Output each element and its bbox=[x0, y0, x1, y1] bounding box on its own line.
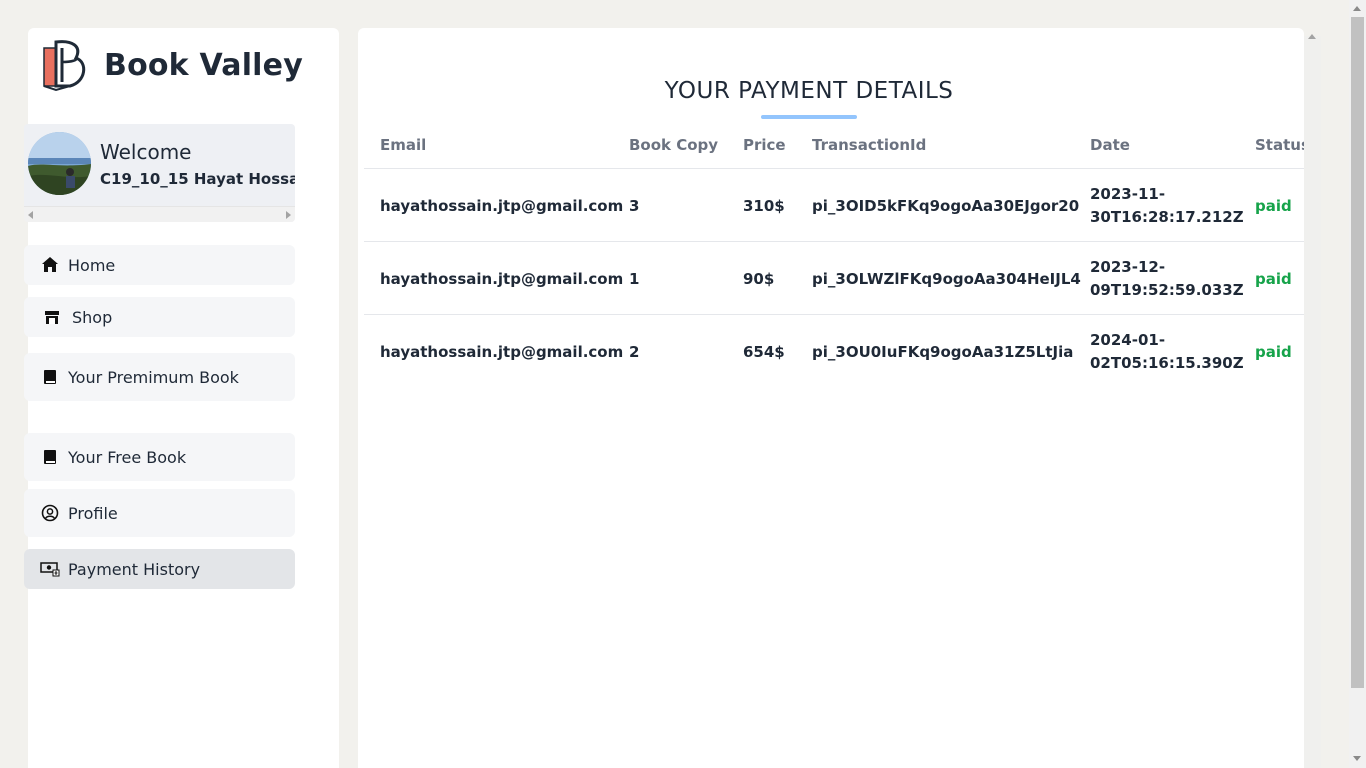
date-cell: 2024-01-02T05:16:15.390Z bbox=[1090, 331, 1244, 372]
sidebar-item-free-book[interactable]: Your Free Book bbox=[24, 433, 295, 481]
scroll-down-icon[interactable] bbox=[1353, 756, 1361, 761]
date-cell: 2023-12-09T19:52:59.033Z bbox=[1090, 258, 1244, 299]
column-header-status: Status bbox=[1255, 136, 1304, 154]
welcome-card: Welcome C19_10_15 Hayat Hossain bbox=[24, 124, 295, 222]
table-row: hayathossain.jtp@gmail.com 3 310$ pi_3OI… bbox=[364, 168, 1304, 241]
store-icon bbox=[42, 307, 62, 327]
sidebar-item-premium-book[interactable]: Your Premimum Book bbox=[24, 353, 295, 401]
email-cell: hayathossain.jtp@gmail.com bbox=[380, 197, 624, 215]
price-cell: 310$ bbox=[743, 197, 785, 215]
transaction-id-cell: pi_3OID5kFKq9ogoAa30EJgor20 bbox=[812, 197, 1080, 215]
user-name: C19_10_15 Hayat Hossain bbox=[100, 170, 295, 188]
sidebar-item-home[interactable]: Home bbox=[24, 245, 295, 285]
column-header-transaction-id: TransactionId bbox=[812, 136, 927, 154]
book-valley-logo-icon bbox=[42, 38, 90, 92]
email-cell: hayathossain.jtp@gmail.com bbox=[380, 270, 624, 288]
sidebar-item-label: Home bbox=[68, 255, 116, 275]
app-name: Book Valley bbox=[104, 47, 303, 83]
table-row: hayathossain.jtp@gmail.com 1 90$ pi_3OLW… bbox=[364, 241, 1304, 314]
status-badge: paid bbox=[1255, 270, 1292, 288]
home-icon bbox=[40, 255, 60, 275]
status-badge: paid bbox=[1255, 197, 1292, 215]
user-circle-icon bbox=[40, 503, 60, 523]
book-icon bbox=[40, 367, 60, 387]
book-copy-cell: 3 bbox=[629, 197, 640, 215]
price-cell: 654$ bbox=[743, 343, 785, 361]
money-icon bbox=[40, 559, 60, 579]
sidebar-item-payment-history[interactable]: Payment History bbox=[24, 549, 295, 589]
scroll-left-icon[interactable] bbox=[28, 211, 33, 219]
book-copy-cell: 1 bbox=[629, 270, 640, 288]
transaction-id-cell: pi_3OU0IuFKq9ogoAa31Z5LtJia bbox=[812, 343, 1074, 361]
column-header-date: Date bbox=[1090, 136, 1130, 154]
avatar[interactable] bbox=[28, 132, 91, 195]
column-header-email: Email bbox=[380, 136, 427, 154]
sidebar-item-label: Shop bbox=[72, 307, 113, 327]
inner-scroll-up-icon[interactable] bbox=[1308, 34, 1316, 39]
page-title: YOUR PAYMENT DETAILS bbox=[664, 78, 954, 104]
scroll-up-icon[interactable] bbox=[1353, 6, 1361, 11]
price-cell: 90$ bbox=[743, 270, 775, 288]
sidebar-item-shop[interactable]: Shop bbox=[24, 297, 295, 337]
title-underline bbox=[761, 115, 857, 119]
sidebar-item-label: Profile bbox=[68, 503, 118, 523]
sidebar-item-label: Payment History bbox=[68, 559, 201, 579]
book-copy-cell: 2 bbox=[629, 343, 640, 361]
app-logo[interactable]: Book Valley bbox=[42, 38, 303, 92]
column-header-book-copy: Book Copy bbox=[629, 136, 719, 154]
date-cell: 2023-11-30T16:28:17.212Z bbox=[1090, 185, 1244, 226]
sidebar-item-label: Your Free Book bbox=[68, 447, 187, 467]
welcome-greeting: Welcome bbox=[100, 140, 192, 164]
inner-scrollbar-track[interactable] bbox=[1304, 36, 1321, 768]
scroll-right-icon[interactable] bbox=[286, 211, 291, 219]
vertical-scrollbar-thumb[interactable] bbox=[1351, 17, 1364, 688]
status-badge: paid bbox=[1255, 343, 1292, 361]
sidebar-edge bbox=[330, 36, 339, 768]
main-content: YOUR PAYMENT DETAILS Email Book Copy Pri… bbox=[358, 28, 1304, 768]
sidebar-item-profile[interactable]: Profile bbox=[24, 489, 295, 537]
book-icon bbox=[40, 447, 60, 467]
column-header-price: Price bbox=[743, 136, 786, 154]
horizontal-scrollbar[interactable] bbox=[24, 206, 295, 222]
table-row: hayathossain.jtp@gmail.com 2 654$ pi_3OU… bbox=[364, 314, 1304, 387]
email-cell: hayathossain.jtp@gmail.com bbox=[380, 343, 624, 361]
transaction-id-cell: pi_3OLWZlFKq9ogoAa304HeIJL4 bbox=[812, 270, 1081, 288]
sidebar-item-label: Your Premimum Book bbox=[68, 367, 239, 387]
